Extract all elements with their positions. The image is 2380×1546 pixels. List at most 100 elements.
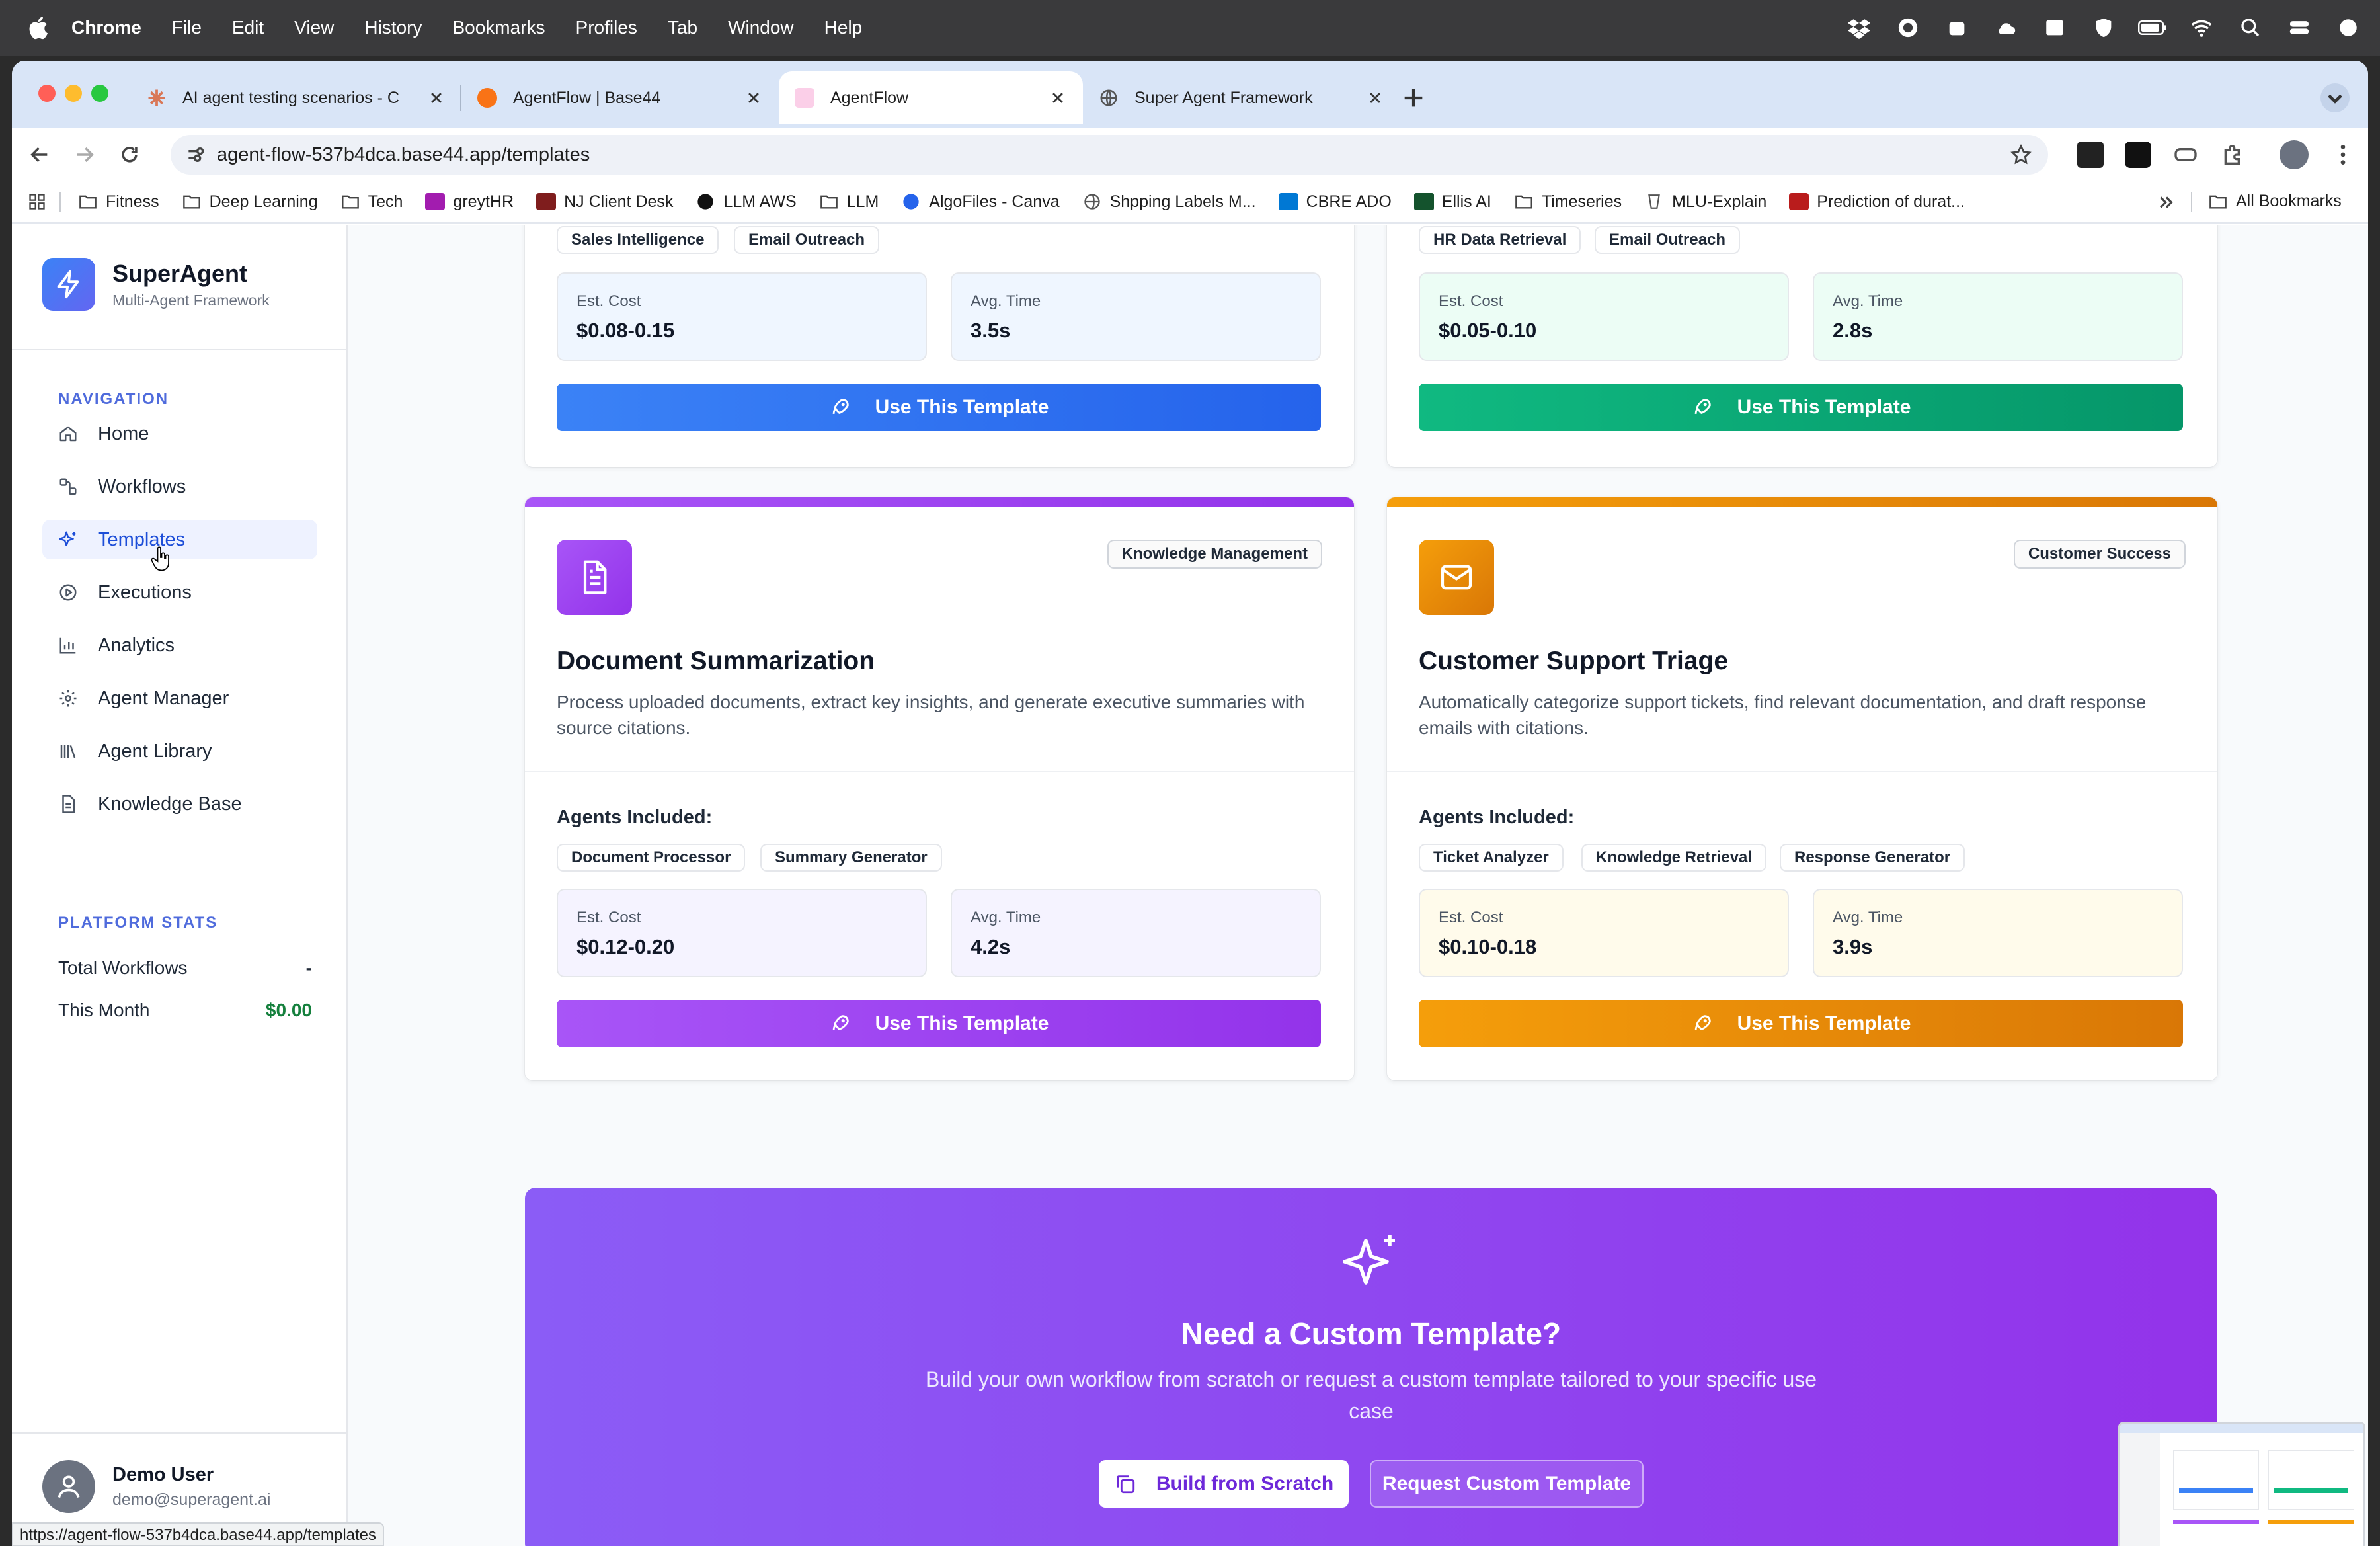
stat-value: - [305,957,312,978]
profile-avatar-icon[interactable] [2280,140,2309,169]
sidebar-item-agent-library[interactable]: Agent Library [42,731,317,771]
nj-icon [536,193,557,210]
extensions-puzzle-icon[interactable] [2220,142,2246,168]
tab-agentflow[interactable]: AgentFlow [779,71,1083,124]
agent-chip: HR Data Retrieval [1419,226,1581,254]
close-tab-icon[interactable] [427,89,446,107]
use-template-button[interactable]: Use This Template [557,1000,1321,1047]
minimize-window-button[interactable] [65,85,82,102]
menu-profiles[interactable]: Profiles [576,17,637,38]
tab-ai-agent-testing[interactable]: AI agent testing scenarios - C [131,71,461,124]
sidebar-item-analytics[interactable]: Analytics [42,626,317,665]
est-cost-box: Est. Cost $0.12-0.20 [557,889,927,977]
sidebar-item-agent-manager[interactable]: Agent Manager [42,678,317,718]
extension-gamepad-icon[interactable] [2172,142,2199,168]
apps-grid-icon[interactable] [28,192,46,211]
sidebar-item-executions[interactable]: Executions [42,573,317,612]
wifi-icon[interactable] [2187,15,2216,41]
tab-super-agent-framework[interactable]: Super Agent Framework [1083,71,1400,124]
sidebar-item-home[interactable]: Home [42,414,317,454]
est-cost-box: Est. Cost $0.05-0.10 [1419,272,1789,361]
bookmark-timeseries[interactable]: Timeseries [1514,192,1622,212]
bookmark-llm[interactable]: LLM [819,192,879,212]
preview-button [2179,1488,2253,1493]
menu-view[interactable]: View [294,17,334,38]
bookmark-shipping-labels[interactable]: Shpping Labels M... [1082,192,1256,212]
outlook-icon[interactable] [2040,15,2069,41]
menu-app-name[interactable]: Chrome [71,17,141,38]
bookmark-ellis-ai[interactable]: Ellis AI [1413,192,1491,212]
metric-value: $0.05-0.10 [1439,319,1537,342]
more-bookmarks-icon[interactable] [2157,192,2176,212]
agent-chip: Response Generator [1780,844,1965,872]
sidebar-item-templates[interactable]: Templates [42,520,317,559]
close-tab-icon[interactable] [1049,89,1067,107]
bookmarks-divider [2191,192,2192,212]
use-template-button[interactable]: Use This Template [1419,1000,2183,1047]
close-window-button[interactable] [38,85,56,102]
library-icon [57,740,79,762]
extension-icon[interactable] [1942,15,1971,41]
new-tab-button[interactable] [1400,85,1427,111]
bookmark-tech[interactable]: Tech [340,192,403,212]
menu-edit[interactable]: Edit [232,17,264,38]
menu-history[interactable]: History [364,17,422,38]
ado-icon [1278,193,1298,210]
bookmark-mlu-explain[interactable]: MLU-Explain [1644,192,1766,212]
paper-icon [1789,193,1809,210]
tab-title: Super Agent Framework [1134,88,1313,107]
bookmark-star-icon[interactable] [2010,143,2032,166]
gear-icon [57,687,79,710]
menu-file[interactable]: File [172,17,202,38]
close-tab-icon[interactable] [1366,89,1384,107]
bookmark-cbre-ado[interactable]: CBRE ADO [1278,192,1392,212]
dropbox-icon[interactable] [1844,15,1874,41]
tab-agentflow-base44[interactable]: AgentFlow | Base44 [461,71,779,124]
bookmark-greythr[interactable]: greytHR [425,192,514,212]
zoom-window-button[interactable] [91,85,108,102]
extension-bolt-icon[interactable] [2125,142,2151,168]
apple-icon[interactable] [26,15,53,41]
bookmark-prediction[interactable]: Prediction of durat... [1789,192,1965,212]
extension-grid-icon[interactable] [2077,142,2104,168]
address-bar[interactable]: agent-flow-537b4dca.base44.app/templates [171,135,2048,175]
search-icon[interactable] [2236,15,2265,41]
all-bookmarks-folder[interactable]: All Bookmarks [2208,192,2342,211]
build-from-scratch-button[interactable]: Build from Scratch [1099,1460,1349,1508]
back-button[interactable] [25,140,54,169]
sidebar-item-knowledge-base[interactable]: Knowledge Base [42,784,317,824]
category-badge: Customer Success [2013,540,2186,569]
kebab-menu-icon[interactable] [2330,142,2356,168]
control-center-icon[interactable] [2285,15,2314,41]
bookmark-nj-client-desk[interactable]: NJ Client Desk [536,192,673,212]
custom-template-banner: Need a Custom Template? Build your own w… [525,1188,2217,1546]
use-template-button[interactable]: Use This Template [557,384,1321,431]
menu-bookmarks[interactable]: Bookmarks [452,17,545,38]
sidebar-item-workflows[interactable]: Workflows [42,467,317,507]
menu-help[interactable]: Help [824,17,863,38]
menu-tab[interactable]: Tab [668,17,697,38]
menu-window[interactable]: Window [728,17,794,38]
bookmark-fitness[interactable]: Fitness [78,192,159,212]
shield-icon[interactable] [2089,15,2118,41]
metric-label: Avg. Time [1833,909,1903,926]
use-template-button[interactable]: Use This Template [1419,384,2183,431]
build-from-scratch-label: Build from Scratch [1156,1473,1334,1494]
request-custom-template-button[interactable]: Request Custom Template [1370,1460,1644,1508]
reload-button[interactable] [115,140,144,169]
forward-button[interactable] [70,140,99,169]
bookmark-llm-aws[interactable]: LLM AWS [695,192,797,212]
siri-icon[interactable] [2334,15,2363,41]
request-custom-template-label: Request Custom Template [1382,1473,1632,1494]
stat-this-month: This Month $0.00 [58,1000,312,1021]
bookmark-deep-learning[interactable]: Deep Learning [182,192,318,212]
battery-icon[interactable] [2138,15,2167,41]
grammarly-icon[interactable] [1893,15,1923,41]
site-info-icon[interactable] [185,144,206,165]
cloud-icon[interactable] [1991,15,2020,41]
avg-time-box: Avg. Time 3.5s [951,272,1321,361]
bookmark-algofiles-canva[interactable]: AlgoFiles - Canva [901,192,1060,212]
document-icon [57,793,79,815]
close-tab-icon[interactable] [744,89,763,107]
tab-search-button[interactable] [2320,83,2350,112]
